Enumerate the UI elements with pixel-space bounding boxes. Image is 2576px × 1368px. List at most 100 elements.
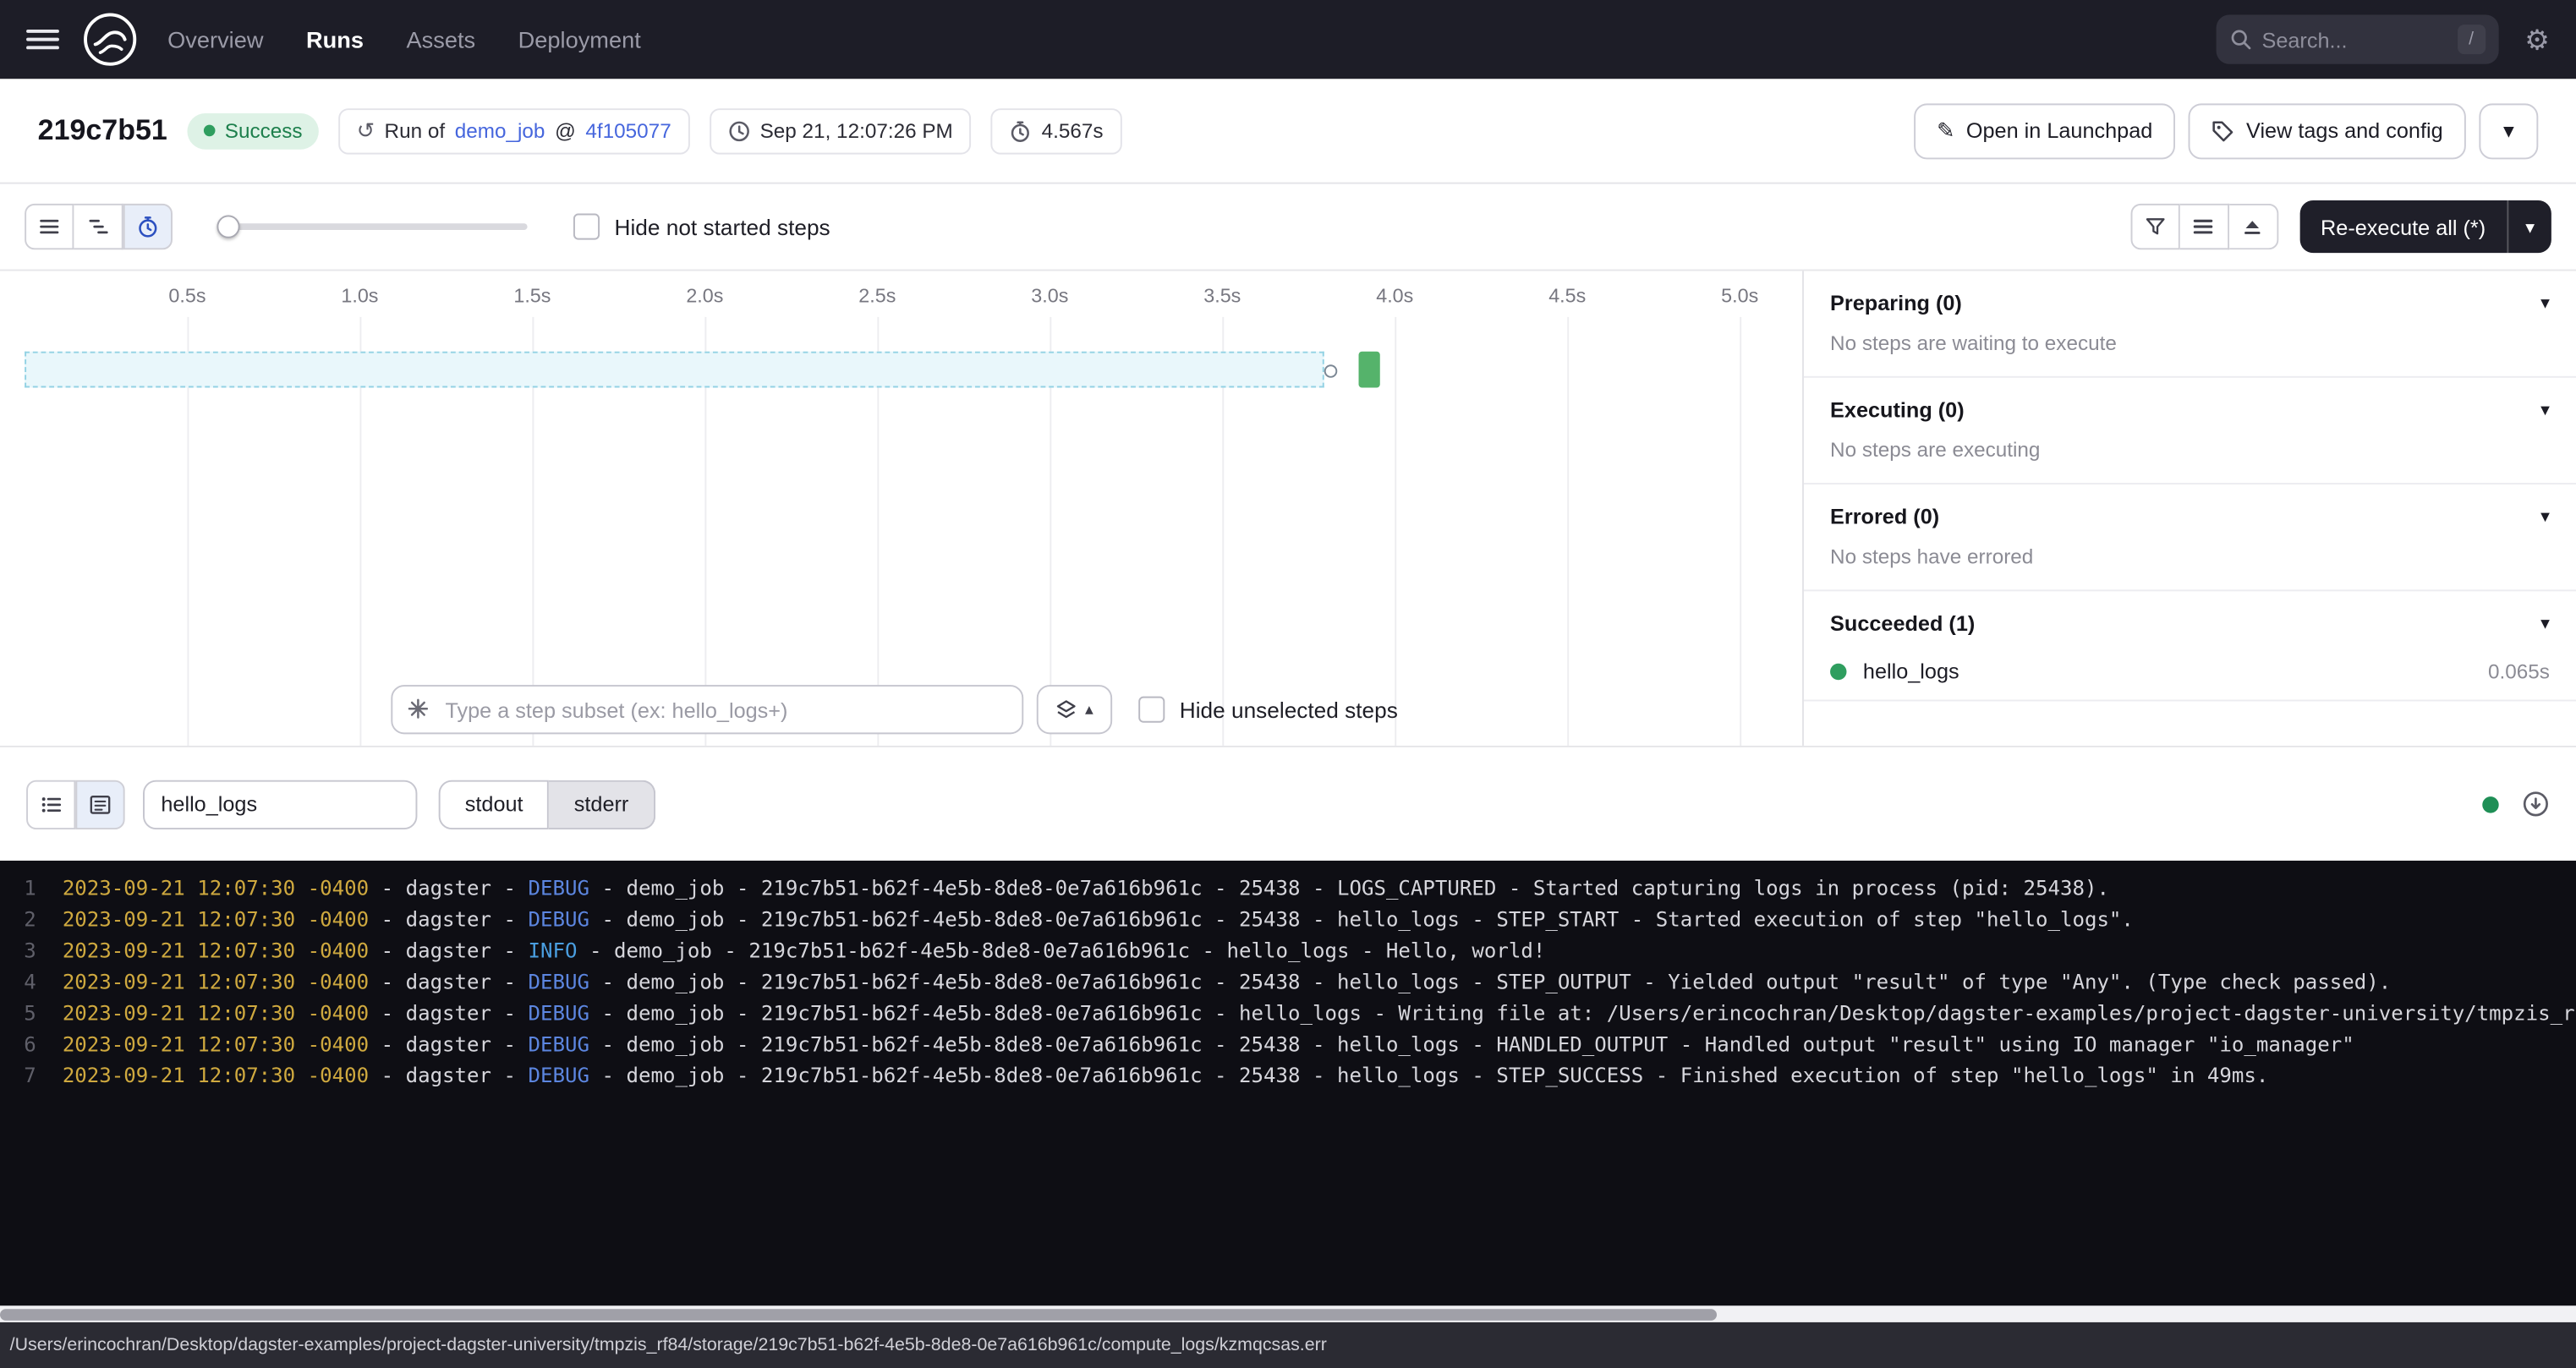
nav-item-overview[interactable]: Overview bbox=[167, 26, 263, 52]
step-status-dot bbox=[1830, 663, 1846, 679]
log-timestamp: 2023-09-21 12:07:30 -0400 bbox=[63, 906, 369, 931]
search-input[interactable] bbox=[2261, 27, 2447, 52]
log-step-filter-input[interactable] bbox=[143, 780, 417, 829]
panel-section: Errored (0)▾No steps have errored bbox=[1804, 484, 2576, 591]
log-toolbar-right bbox=[2482, 790, 2550, 818]
log-timestamp: 2023-09-21 12:07:30 -0400 bbox=[63, 1000, 369, 1025]
log-line-number: 7 bbox=[0, 1059, 36, 1091]
status-dot-icon bbox=[204, 125, 216, 137]
reexecute-all-button[interactable]: Re-execute all (*) ▾ bbox=[2299, 200, 2551, 253]
zoom-slider[interactable] bbox=[218, 215, 527, 238]
timed-view-button[interactable] bbox=[123, 204, 173, 249]
hide-unselected-checkbox[interactable] bbox=[1138, 697, 1165, 723]
jump-to-bottom-icon[interactable] bbox=[2522, 790, 2550, 818]
log-level: DEBUG bbox=[529, 875, 589, 900]
tab-stderr[interactable]: stderr bbox=[550, 780, 655, 829]
log-body: - demo_job - 219c7b51-b62f-4e5b-8de8-0e7… bbox=[589, 875, 2109, 900]
log-level: DEBUG bbox=[529, 969, 589, 993]
log-step-filter bbox=[143, 780, 417, 829]
rows-view-button[interactable] bbox=[2179, 204, 2228, 249]
hide-not-started-checkbox[interactable] bbox=[573, 214, 600, 240]
log-lines: 12023-09-21 12:07:30 -0400 - dagster - D… bbox=[0, 873, 2576, 1091]
raw-log-view-button[interactable] bbox=[75, 780, 124, 829]
flat-view-button[interactable] bbox=[25, 204, 74, 249]
open-launchpad-button[interactable]: ✎ Open in Launchpad bbox=[1914, 102, 2176, 158]
connection-status-dot bbox=[2482, 796, 2498, 812]
zoom-slider-track[interactable] bbox=[218, 223, 527, 230]
hide-not-started-label: Hide not started steps bbox=[615, 215, 830, 239]
axis-gridline bbox=[1567, 317, 1569, 746]
log-timestamp: 2023-09-21 12:07:30 -0400 bbox=[63, 1031, 369, 1056]
log-source: - dagster - bbox=[369, 969, 528, 993]
log-source: - dagster - bbox=[369, 1000, 528, 1025]
panel-section-header[interactable]: Executing (0)▾ bbox=[1804, 378, 2576, 439]
search-box[interactable]: / bbox=[2216, 14, 2498, 63]
snapshot-link[interactable]: 4f105077 bbox=[585, 119, 671, 142]
run-duration: 4.567s bbox=[1042, 119, 1104, 142]
tab-stdout[interactable]: stdout bbox=[439, 780, 550, 829]
log-line: 52023-09-21 12:07:30 -0400 - dagster - D… bbox=[0, 997, 2576, 1028]
status-badge: Success bbox=[187, 112, 319, 149]
run-actions-dropdown-button[interactable]: ▾ bbox=[2479, 102, 2538, 158]
dagster-logo[interactable] bbox=[82, 12, 138, 68]
duration-chip: 4.567s bbox=[990, 107, 1121, 153]
filter-funnel-button[interactable] bbox=[2130, 204, 2179, 249]
top-nav: Overview Runs Assets Deployment / ⚙ bbox=[0, 0, 2576, 79]
chevron-up-icon: ▴ bbox=[1085, 701, 1093, 719]
log-level: DEBUG bbox=[529, 1000, 589, 1025]
scrollbar-thumb[interactable] bbox=[0, 1308, 1717, 1320]
step-status-panel: Preparing (0)▾No steps are waiting to ex… bbox=[1802, 271, 2576, 746]
nav-item-assets[interactable]: Assets bbox=[407, 26, 476, 52]
gantt-step-bar[interactable] bbox=[1359, 352, 1380, 388]
nav-item-runs[interactable]: Runs bbox=[306, 26, 364, 52]
hide-not-started-checkbox-row[interactable]: Hide not started steps bbox=[573, 214, 830, 240]
log-source: - dagster - bbox=[369, 906, 528, 931]
view-tags-config-button[interactable]: View tags and config bbox=[2189, 102, 2466, 158]
chevron-down-icon[interactable]: ▾ bbox=[2507, 200, 2551, 253]
gear-icon[interactable]: ⚙ bbox=[2524, 25, 2550, 53]
run-id: 219c7b51 bbox=[38, 113, 167, 148]
chevron-down-icon: ▾ bbox=[2503, 118, 2514, 144]
open-launchpad-label: Open in Launchpad bbox=[1966, 118, 2152, 143]
log-line-number: 3 bbox=[0, 934, 36, 966]
hide-unselected-checkbox-row[interactable]: Hide unselected steps bbox=[1138, 697, 1398, 723]
waterfall-view-button[interactable] bbox=[74, 204, 123, 249]
log-body: - demo_job - 219c7b51-b62f-4e5b-8de8-0e7… bbox=[589, 1063, 2268, 1087]
stream-tabs: stdoutstderr bbox=[439, 780, 655, 829]
op-selector-icon bbox=[406, 697, 430, 721]
graph-query-toggle-button[interactable]: ▴ bbox=[1037, 685, 1112, 734]
gantt-view-toggle-group bbox=[25, 204, 173, 249]
collapse-panel-button[interactable] bbox=[2228, 204, 2277, 249]
structured-log-view-button[interactable] bbox=[26, 780, 75, 829]
step-row[interactable]: hello_logs0.065s bbox=[1804, 652, 2576, 699]
log-toolbar: stdoutstderr bbox=[0, 747, 2576, 861]
log-line-number: 6 bbox=[0, 1028, 36, 1059]
hamburger-menu-icon[interactable] bbox=[26, 30, 59, 49]
step-filter-row: ▴ Hide unselected steps bbox=[391, 685, 1398, 734]
panel-section-title: Preparing (0) bbox=[1830, 291, 1962, 315]
zoom-slider-knob[interactable] bbox=[216, 215, 239, 238]
axis-tick-label: 3.5s bbox=[1203, 284, 1241, 307]
step-subset-input[interactable] bbox=[391, 685, 1023, 734]
chevron-down-icon: ▾ bbox=[2540, 293, 2550, 314]
log-body: - demo_job - 219c7b51-b62f-4e5b-8de8-0e7… bbox=[589, 1000, 2576, 1025]
search-icon bbox=[2229, 28, 2252, 51]
log-level: DEBUG bbox=[529, 906, 589, 931]
job-link[interactable]: demo_job bbox=[455, 119, 545, 142]
panel-section-header[interactable]: Errored (0)▾ bbox=[1804, 484, 2576, 545]
nav-item-deployment[interactable]: Deployment bbox=[518, 26, 641, 52]
horizontal-scrollbar[interactable] bbox=[0, 1305, 2576, 1321]
axis-tick-label: 2.5s bbox=[858, 284, 896, 307]
log-body: - demo_job - 219c7b51-b62f-4e5b-8de8-0e7… bbox=[577, 938, 1545, 962]
log-level: INFO bbox=[529, 938, 578, 962]
tag-icon bbox=[2212, 119, 2234, 142]
log-level: DEBUG bbox=[529, 1031, 589, 1056]
panel-section-header[interactable]: Preparing (0) ▾ bbox=[1804, 271, 2576, 332]
run-of-separator: @ bbox=[555, 119, 576, 142]
gantt-toolbar-right: Re-execute all (*) ▾ bbox=[2130, 200, 2551, 253]
panel-section-header[interactable]: Succeeded (1)▾ bbox=[1804, 591, 2576, 652]
log-line: 72023-09-21 12:07:30 -0400 - dagster - D… bbox=[0, 1059, 2576, 1091]
header-actions: ✎ Open in Launchpad View tags and config… bbox=[1914, 102, 2538, 158]
log-line-number: 2 bbox=[0, 903, 36, 934]
axis-gridline bbox=[1395, 317, 1396, 746]
